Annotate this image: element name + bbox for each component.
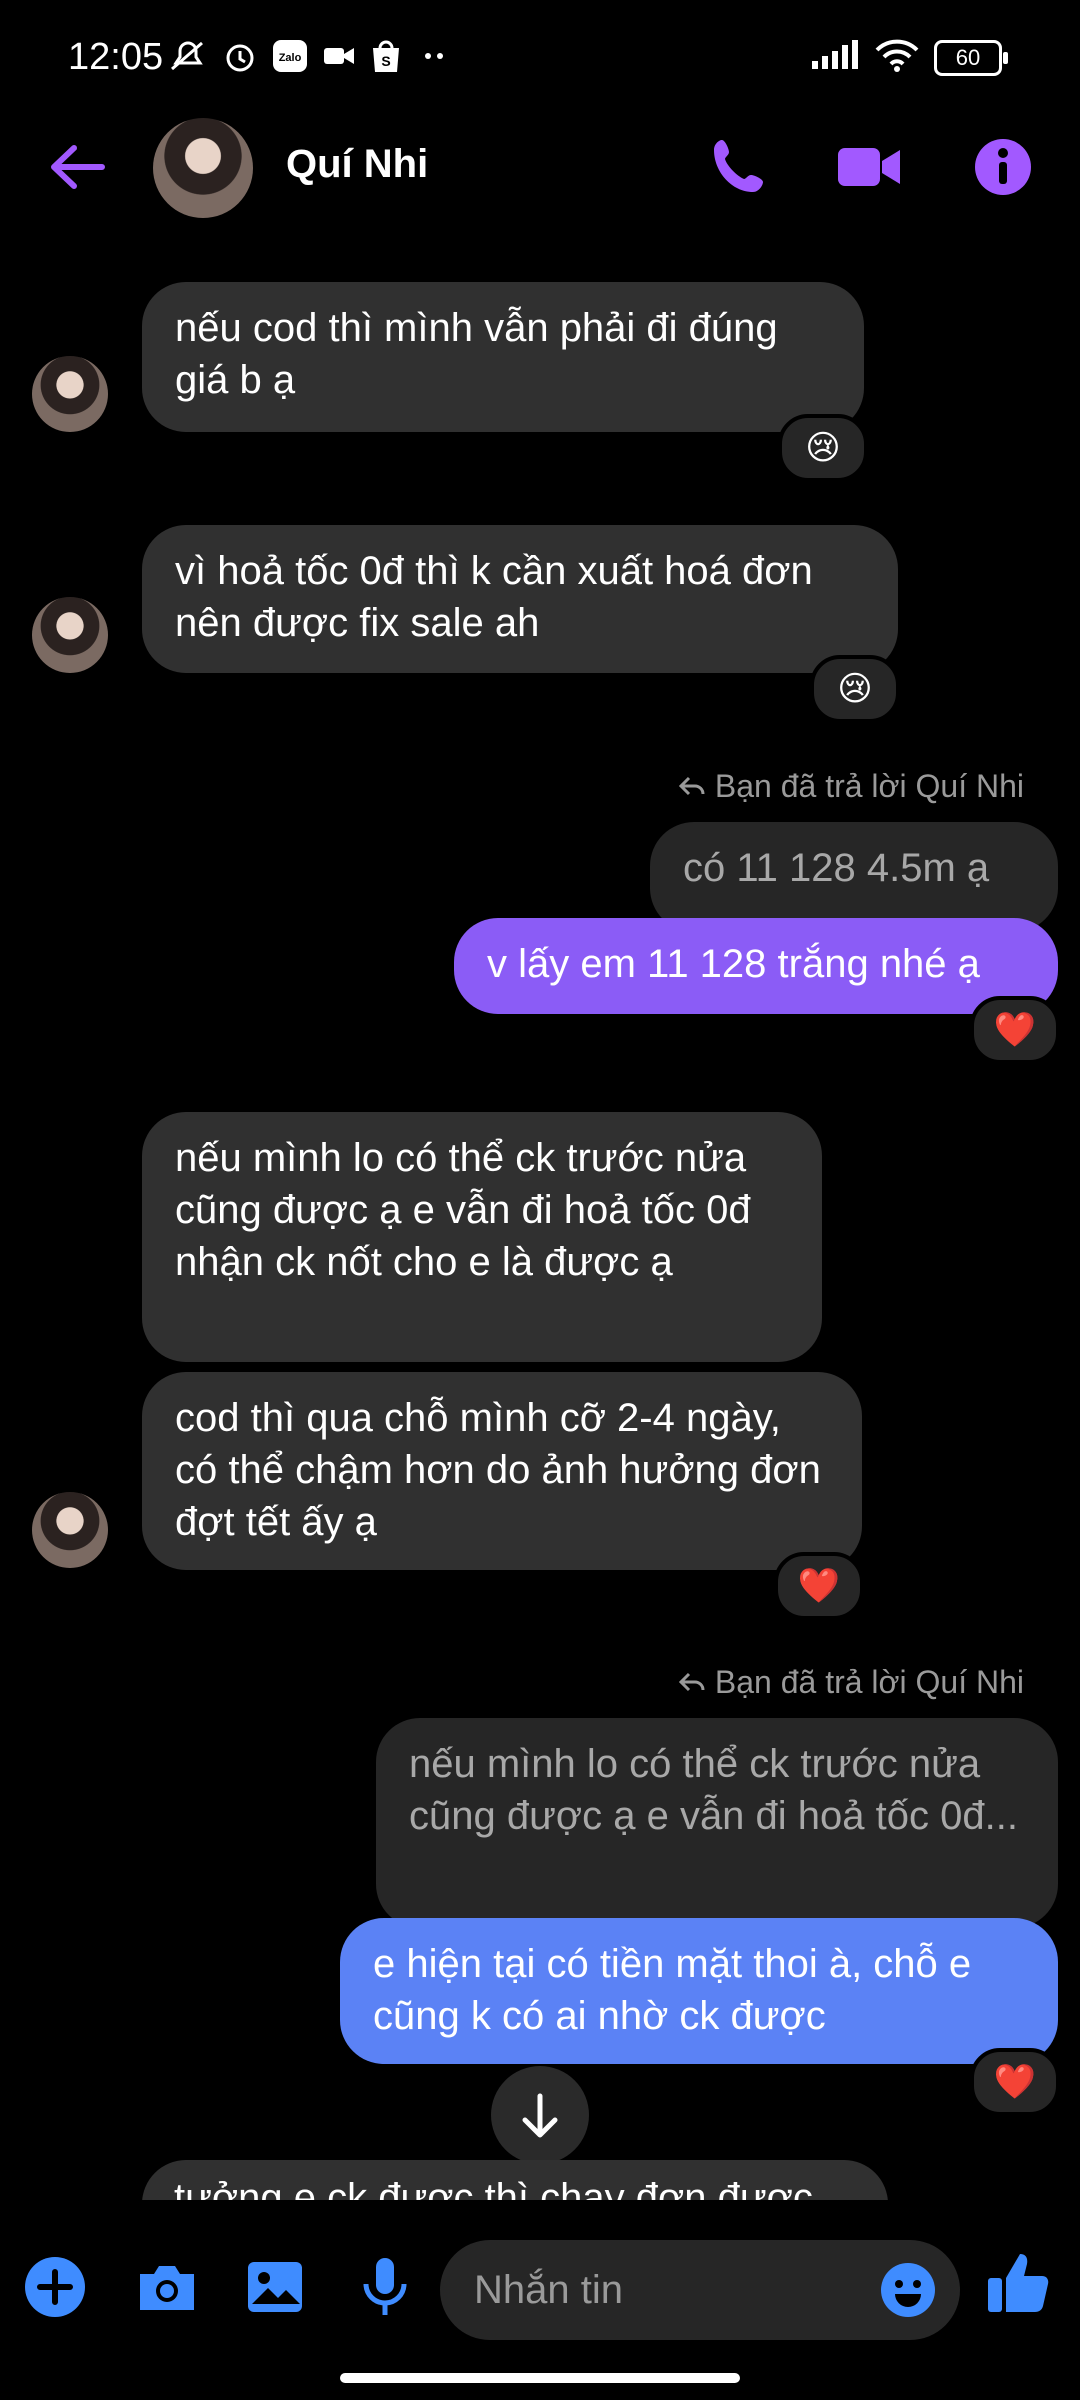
shopee-icon: S <box>370 38 402 79</box>
partial-message-text: tưởng e ck được thì chạy đơn được <box>142 2160 888 2200</box>
outgoing-message[interactable]: v lấy em 11 128 trắng nhé ạ <box>454 918 1058 1014</box>
call-button[interactable] <box>706 134 772 200</box>
reply-arrow-icon <box>678 1672 705 1692</box>
video-call-button[interactable] <box>836 134 902 200</box>
outgoing-message[interactable]: e hiện tại có tiền mặt thoi à, chỗ e cũn… <box>340 1918 1058 2064</box>
info-icon <box>975 139 1031 195</box>
battery-icon: 60 <box>934 39 1008 76</box>
camera-button[interactable] <box>134 2254 200 2320</box>
reply-label-text: Bạn đã trả lời Quí Nhi <box>714 768 1024 804</box>
microphone-icon <box>363 2258 407 2315</box>
back-button[interactable] <box>48 142 108 192</box>
sender-avatar[interactable] <box>32 1492 108 1568</box>
contact-avatar[interactable] <box>153 118 253 218</box>
reply-label: Bạn đã trả lời Quí Nhi <box>678 768 1024 805</box>
reaction-badge[interactable]: ❤️ <box>970 996 1060 1064</box>
plus-circle-icon <box>25 2257 85 2317</box>
smiley-icon <box>881 2263 935 2317</box>
quoted-message[interactable]: có 11 128 4.5m ạ <box>650 822 1058 932</box>
reaction-badge[interactable]: 😢 <box>810 655 900 723</box>
like-button[interactable] <box>984 2248 1050 2314</box>
wifi-icon <box>874 38 920 77</box>
signal-icon <box>810 39 860 76</box>
svg-text:S: S <box>381 53 390 69</box>
composer-bar <box>0 2220 1080 2350</box>
incoming-message-partial[interactable]: tưởng e ck được thì chạy đơn được <box>142 2160 888 2200</box>
incoming-message[interactable]: nếu mình lo có thể ck trước nửa cũng đượ… <box>142 1112 822 1362</box>
clock: 12:05 <box>68 36 164 78</box>
svg-text:Zalo: Zalo <box>279 52 302 64</box>
chat-header: Quí Nhi <box>0 112 1080 222</box>
video-notif-icon <box>322 42 356 75</box>
quoted-message[interactable]: nếu mình lo có thể ck trước nửa cũng đượ… <box>376 1718 1058 1928</box>
home-indicator <box>340 2373 740 2383</box>
mute-icon <box>168 39 208 78</box>
alarm-icon <box>222 38 258 79</box>
reaction-badge[interactable]: ❤️ <box>970 2048 1060 2116</box>
reaction-badge[interactable]: 😢 <box>778 414 868 482</box>
reply-label-text: Bạn đã trả lời Quí Nhi <box>714 1664 1024 1700</box>
reply-arrow-icon <box>678 776 705 796</box>
video-camera-icon <box>838 148 900 186</box>
gallery-button[interactable] <box>242 2254 308 2320</box>
incoming-message[interactable]: nếu cod thì mình vẫn phải đi đúng giá b … <box>142 282 864 432</box>
reply-label: Bạn đã trả lời Quí Nhi <box>678 1664 1024 1701</box>
contact-name[interactable]: Quí Nhi <box>286 142 428 187</box>
zalo-icon: Zalo <box>272 39 308 78</box>
emoji-button[interactable] <box>880 2262 936 2318</box>
camera-icon <box>140 2266 194 2310</box>
status-bar: 12:05 Zalo S 60 <box>0 0 1080 110</box>
more-dots-icon <box>416 46 452 71</box>
voice-button[interactable] <box>352 2254 418 2320</box>
sender-avatar[interactable] <box>32 356 108 432</box>
phone-icon <box>714 140 763 192</box>
arrow-down-icon <box>522 2093 558 2138</box>
image-icon <box>248 2262 302 2312</box>
incoming-message[interactable]: cod thì qua chỗ mình cỡ 2-4 ngày, có thể… <box>142 1372 862 1570</box>
thumbs-up-icon <box>988 2254 1049 2312</box>
sender-avatar[interactable] <box>32 597 108 673</box>
arrow-left-icon <box>51 145 105 189</box>
incoming-message[interactable]: vì hoả tốc 0đ thì k cần xuất hoá đơn nên… <box>142 525 898 673</box>
reaction-badge[interactable]: ❤️ <box>774 1552 864 1620</box>
add-button[interactable] <box>22 2254 88 2320</box>
info-button[interactable] <box>970 134 1036 200</box>
scroll-to-bottom-button[interactable] <box>491 2066 589 2164</box>
